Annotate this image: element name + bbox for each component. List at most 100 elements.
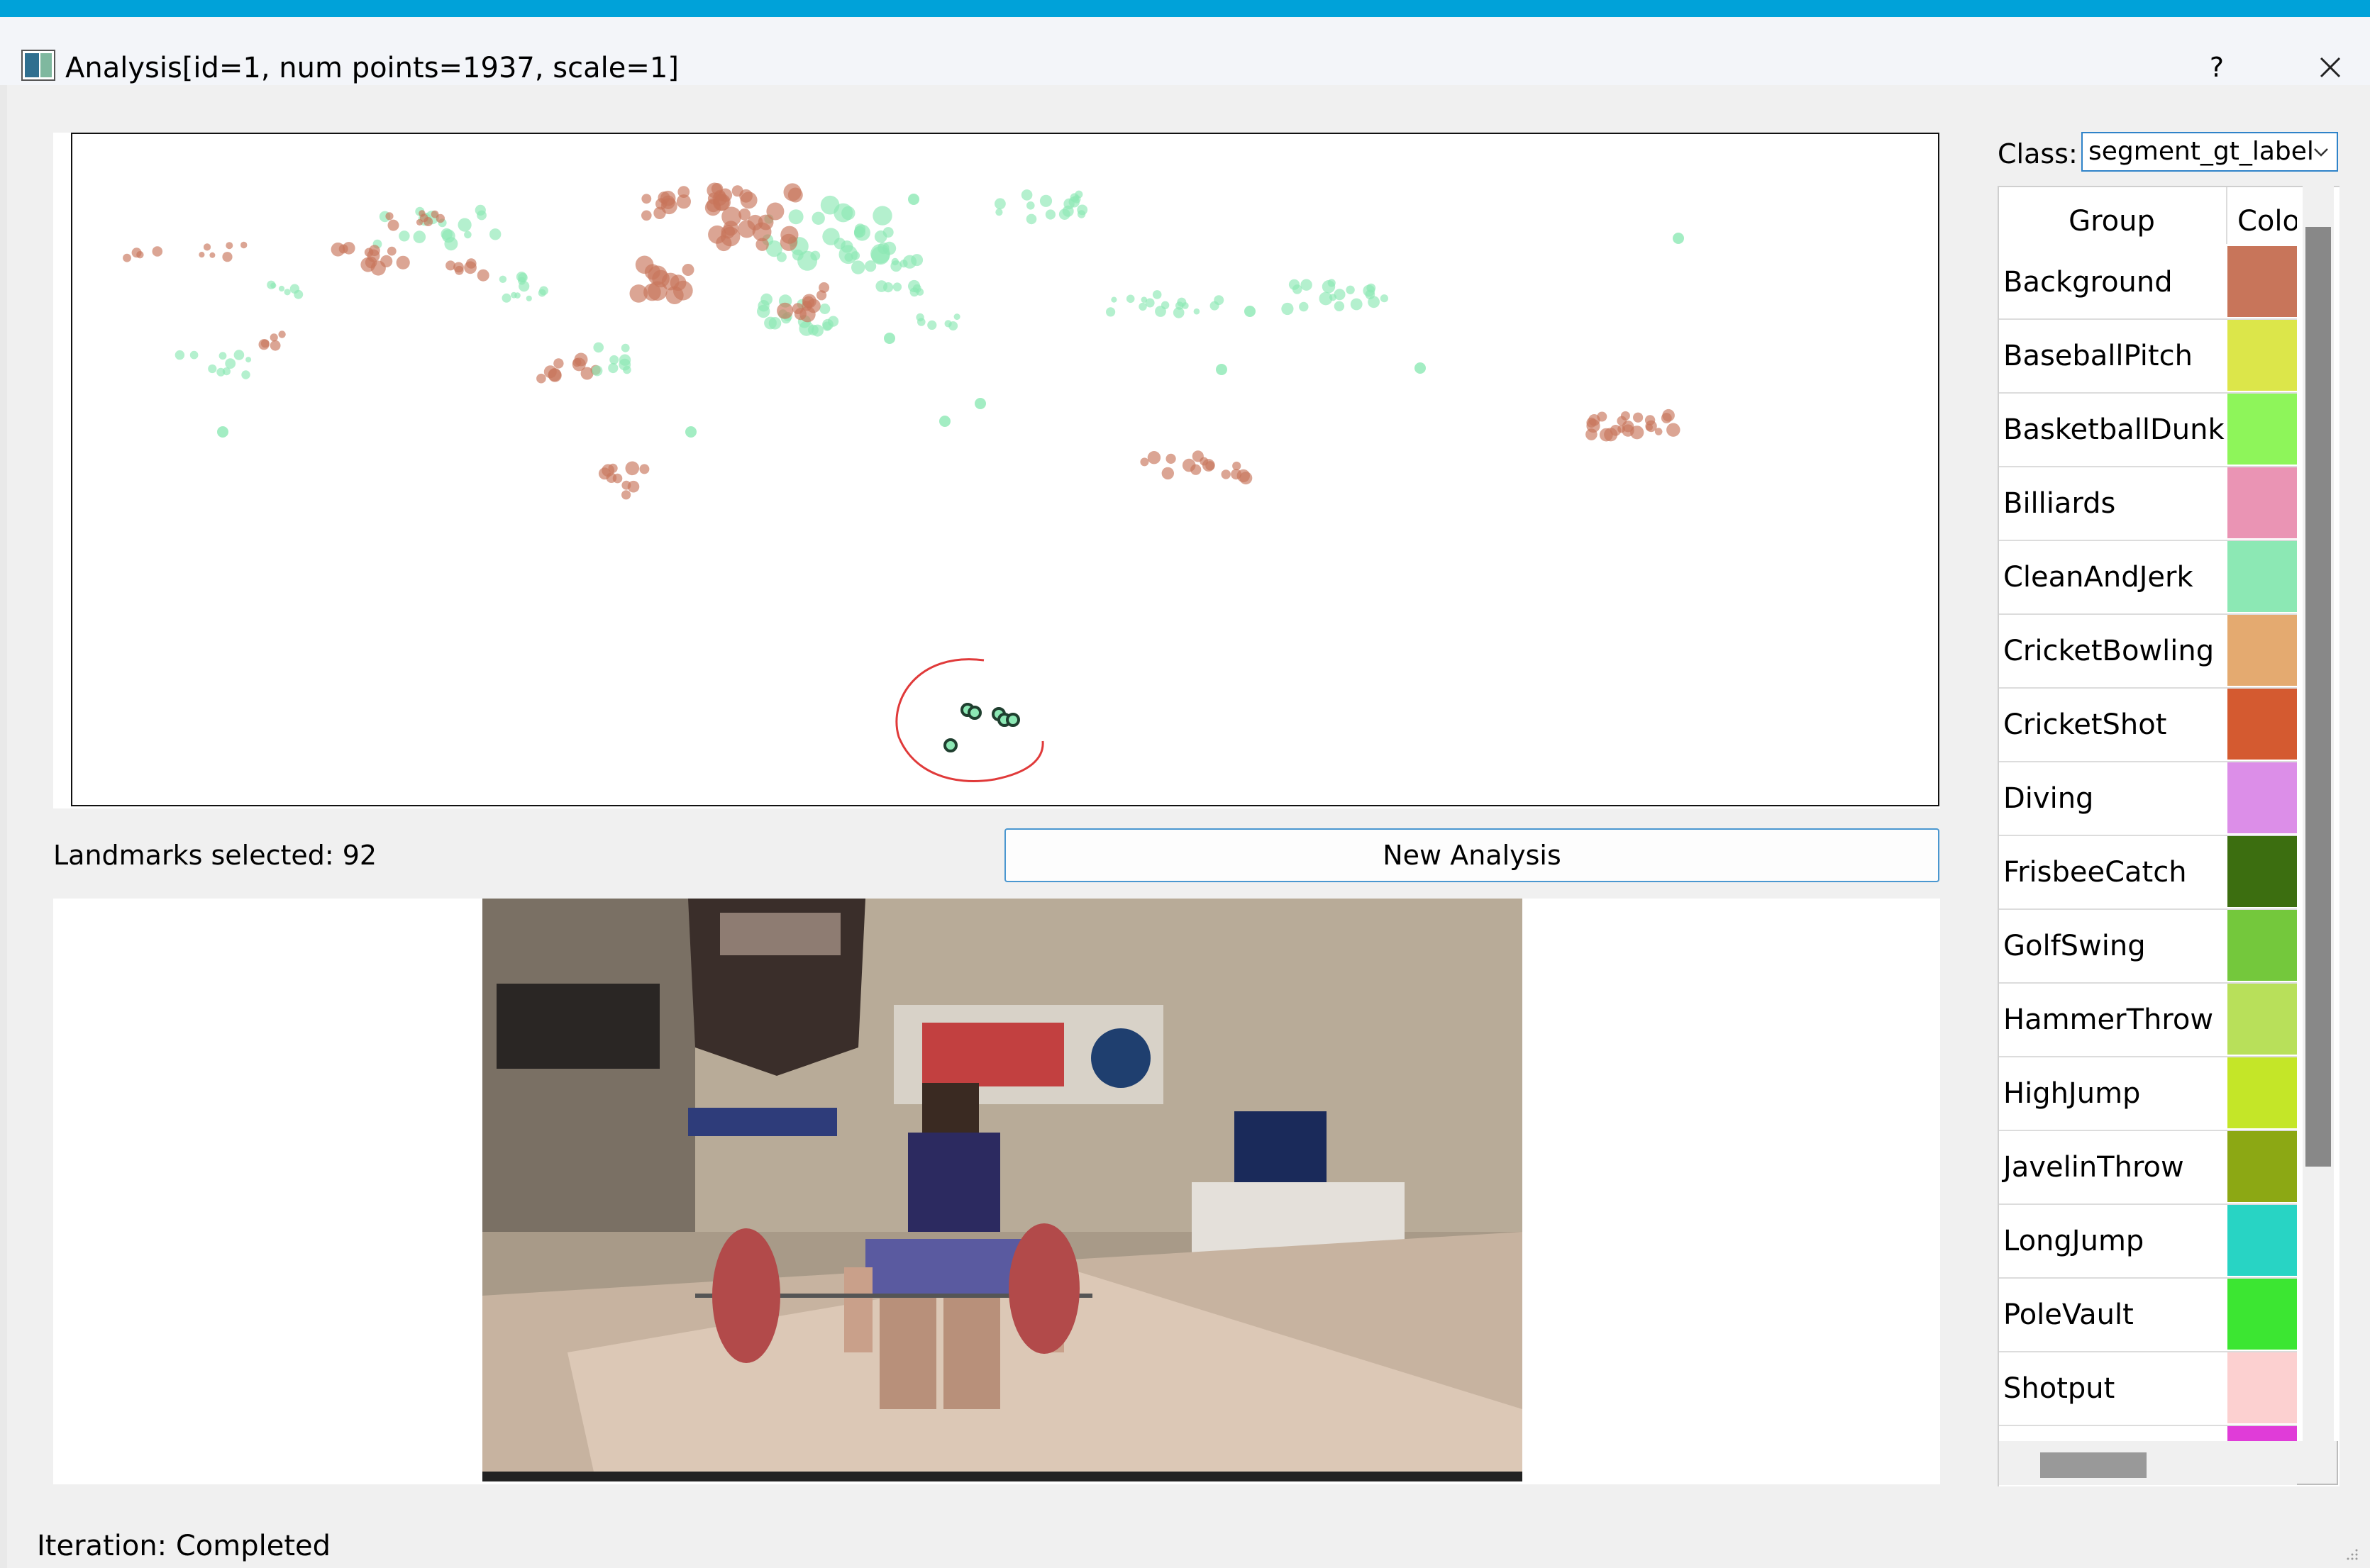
scatter-point[interactable] [1588, 414, 1600, 426]
scatter-point[interactable] [539, 286, 548, 296]
scatter-point[interactable] [475, 204, 486, 216]
scatter-point[interactable] [764, 316, 777, 330]
scatter-point[interactable] [892, 282, 902, 291]
group-color-swatch[interactable] [2227, 615, 2297, 686]
column-header-group[interactable]: Group [1999, 187, 2225, 244]
group-color-swatch[interactable] [2227, 246, 2297, 317]
scatter-point[interactable] [1292, 284, 1302, 294]
scatter-point[interactable] [995, 208, 1003, 216]
scatter-point[interactable] [788, 209, 804, 225]
scatter-point[interactable] [873, 206, 892, 226]
scatter-point[interactable] [514, 292, 521, 299]
scatter-point[interactable] [797, 250, 818, 271]
scatter-point[interactable] [1334, 301, 1345, 311]
vertical-scrollbar-thumb[interactable] [2305, 227, 2331, 1167]
scatter-point[interactable] [882, 241, 897, 255]
scatter-point[interactable] [1350, 298, 1363, 311]
scatter-point[interactable] [953, 313, 960, 321]
scatter-point[interactable] [1026, 213, 1037, 225]
scatter-point[interactable] [816, 290, 827, 301]
scatter-point[interactable] [175, 350, 185, 360]
scatter-point[interactable] [1622, 421, 1634, 433]
scatter-point[interactable] [854, 226, 865, 238]
scatter-point[interactable] [1633, 412, 1644, 423]
column-header-color[interactable]: Colo [2226, 187, 2297, 244]
scatter-point[interactable] [222, 252, 233, 262]
scatter-point[interactable] [819, 304, 831, 314]
group-color-swatch[interactable] [2227, 1057, 2297, 1128]
group-color-swatch[interactable] [2227, 1279, 2297, 1350]
title-bar[interactable]: Analysis[id=1, num points=1937, scale=1]… [0, 17, 2370, 85]
scatter-point[interactable] [241, 370, 250, 379]
table-row[interactable]: Diving [1999, 762, 2297, 836]
class-dropdown[interactable]: segment_gt_label [2081, 132, 2338, 172]
scatter-point[interactable] [1193, 308, 1200, 315]
scatter-point[interactable] [294, 289, 304, 299]
close-icon[interactable] [2305, 43, 2355, 92]
scatter-point[interactable] [1662, 408, 1675, 422]
scatter-point[interactable] [548, 368, 562, 382]
scatter-point[interactable] [245, 357, 252, 363]
scatter-point[interactable] [1300, 279, 1312, 291]
scatter-point[interactable] [387, 219, 399, 231]
group-color-swatch[interactable] [2227, 1131, 2297, 1202]
scatter-point[interactable] [812, 211, 825, 225]
scatter-point[interactable] [413, 230, 426, 243]
table-row[interactable]: JavelinThrow [1999, 1131, 2297, 1205]
scatter-point[interactable] [1327, 279, 1336, 287]
scatter-point[interactable] [738, 220, 756, 238]
table-row[interactable]: GolfSwing [1999, 910, 2297, 984]
scatter-point[interactable] [1221, 469, 1231, 479]
scatter-point[interactable] [738, 208, 751, 221]
group-color-swatch[interactable] [2227, 1352, 2297, 1423]
scatter-point[interactable] [1026, 201, 1035, 210]
scatter-point[interactable] [838, 245, 858, 265]
resize-grip-icon[interactable] [2345, 1546, 2359, 1560]
scatter-point[interactable] [1173, 307, 1185, 318]
scatter-point[interactable] [820, 195, 840, 215]
scatter-point[interactable] [822, 228, 840, 245]
scatter-point[interactable] [131, 248, 142, 258]
scatter-point[interactable] [1585, 428, 1597, 440]
scatter-point[interactable] [909, 287, 919, 297]
scatter-point[interactable] [518, 272, 528, 283]
scatter-point[interactable] [755, 238, 769, 251]
scatter-point[interactable] [606, 472, 617, 483]
table-row[interactable]: HammerThrow [1999, 984, 2297, 1057]
scatter-point[interactable] [682, 264, 694, 276]
scatter-point[interactable] [1319, 291, 1333, 306]
scatter-point[interactable] [1216, 364, 1227, 375]
scatter-point[interactable] [526, 295, 532, 301]
selected-landmark-point[interactable] [943, 738, 958, 752]
scatter-point[interactable] [916, 313, 924, 322]
scatter-point[interactable] [226, 242, 233, 250]
scatter-point[interactable] [233, 350, 245, 360]
group-color-swatch[interactable] [2227, 1426, 2297, 1442]
scatter-point[interactable] [396, 255, 410, 269]
scatter-point[interactable] [639, 464, 650, 474]
scatter-point[interactable] [1106, 307, 1116, 317]
group-color-swatch[interactable] [2227, 541, 2297, 612]
table-row[interactable]: CleanAndJerk [1999, 541, 2297, 615]
scatter-point[interactable] [995, 198, 1006, 210]
scatter-point[interactable] [1077, 204, 1088, 216]
scatter-point[interactable] [625, 461, 640, 476]
horizontal-scrollbar-thumb[interactable] [2040, 1452, 2147, 1478]
table-row[interactable]: Shotput [1999, 1352, 2297, 1426]
scatter-point[interactable] [975, 398, 986, 409]
scatter-point[interactable] [1147, 451, 1161, 465]
scatter-point[interactable] [1209, 301, 1219, 311]
selected-landmark-point[interactable] [1006, 713, 1020, 727]
table-row[interactable]: Billiards [1999, 467, 2297, 541]
scatter-point[interactable] [608, 463, 618, 473]
scatter-point[interactable] [1299, 301, 1309, 312]
scatter-point[interactable] [758, 214, 774, 230]
scatter-point[interactable] [270, 340, 281, 351]
scatter-point[interactable] [338, 244, 348, 254]
scatter-point[interactable] [1072, 195, 1081, 204]
table-row[interactable]: LongJump [1999, 1205, 2297, 1279]
scatter-point[interactable] [799, 321, 814, 336]
scatter-point[interactable] [240, 241, 248, 249]
scatter-point[interactable] [1165, 453, 1176, 464]
scatter-point[interactable] [739, 189, 753, 203]
